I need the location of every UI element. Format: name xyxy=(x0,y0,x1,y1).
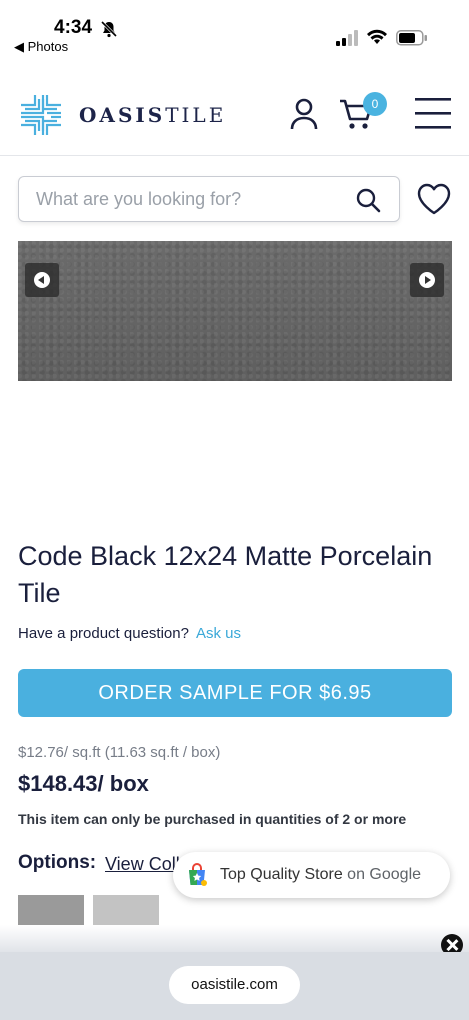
heart-icon[interactable] xyxy=(416,182,452,216)
wifi-icon xyxy=(367,29,387,44)
order-sample-button[interactable]: ORDER SAMPLE FOR $6.95 xyxy=(18,669,452,717)
product-image[interactable] xyxy=(18,241,452,381)
product-question-row: Have a product question? Ask us xyxy=(18,625,241,642)
bell-slash-icon xyxy=(100,20,118,38)
account-icon[interactable] xyxy=(288,97,320,131)
logo-wordmark[interactable]: OASISTILE xyxy=(79,103,226,127)
option-swatch[interactable] xyxy=(18,895,84,925)
battery-icon xyxy=(396,30,427,46)
cart-count-badge[interactable]: 0 xyxy=(363,92,387,116)
store-rating-text: Top Quality Store xyxy=(220,866,343,883)
google-store-badge[interactable]: Top Quality Store on Google xyxy=(173,852,450,898)
url-bar[interactable]: oasistile.com xyxy=(169,966,300,1004)
google-badge-text: Top Quality Store on Google xyxy=(220,866,421,884)
on-google-text: on Google xyxy=(342,866,422,883)
search-box xyxy=(18,176,400,222)
status-time: 4:34 xyxy=(54,17,93,38)
signal-icon xyxy=(336,30,358,46)
quantity-note: This item can only be purchased in quant… xyxy=(18,811,407,827)
status-bar: 4:34 ◀ Photos xyxy=(0,0,469,56)
logo-icon[interactable] xyxy=(17,91,65,139)
bottom-fade xyxy=(0,925,469,955)
option-swatch[interactable] xyxy=(93,895,159,925)
product-title: Code Black 12x24 Matte Porcelain Tile xyxy=(18,541,433,608)
browser-bottom-bar: oasistile.com xyxy=(0,952,469,1020)
chevron-left-icon xyxy=(34,272,50,288)
logo-light-text: TILE xyxy=(165,103,227,127)
google-shopping-bag-icon xyxy=(189,863,207,886)
product-question-label: Have a product question? xyxy=(18,625,189,642)
carousel-next-button[interactable] xyxy=(410,263,444,297)
site-header: OASISTILE 0 xyxy=(0,78,469,156)
menu-icon[interactable] xyxy=(413,96,453,130)
price-per-box: $148.43/ box xyxy=(18,771,149,796)
back-to-photos[interactable]: ◀ Photos xyxy=(14,39,68,55)
search-icon[interactable] xyxy=(355,187,381,213)
carousel-prev-button[interactable] xyxy=(25,263,59,297)
price-per-sqft: $12.76/ sq.ft (11.63 sq.ft / box) xyxy=(18,744,221,761)
chevron-right-icon xyxy=(419,272,435,288)
search-input[interactable] xyxy=(36,189,346,210)
ask-us-link[interactable]: Ask us xyxy=(196,625,241,642)
options-label: Options: xyxy=(18,852,97,873)
logo-bold-text: OASIS xyxy=(79,103,166,127)
